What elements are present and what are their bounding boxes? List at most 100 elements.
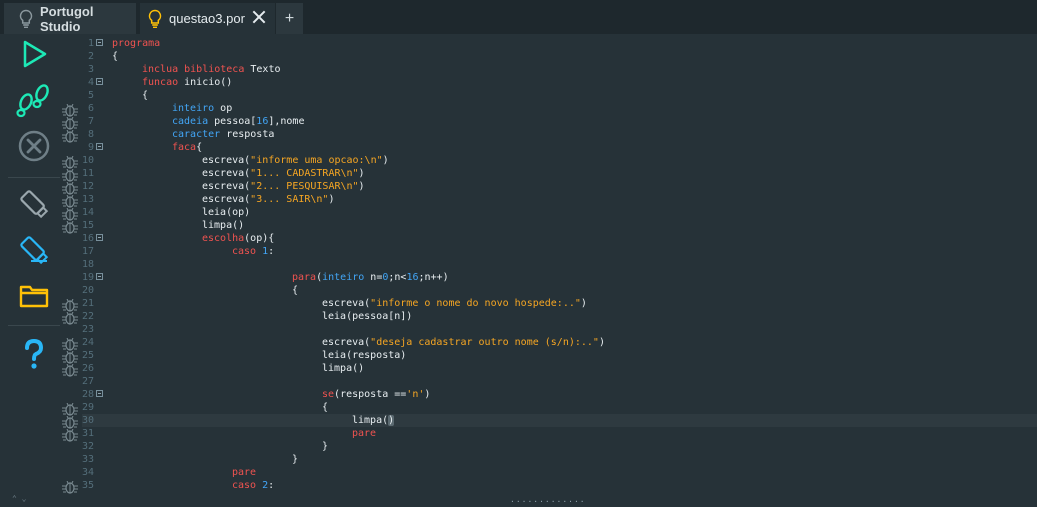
breakpoint-bug-icon[interactable] bbox=[61, 479, 79, 494]
tab-label: Portugol Studio bbox=[40, 3, 94, 34]
breakpoint-bug-icon[interactable] bbox=[61, 167, 79, 182]
code-line[interactable]: 32} bbox=[82, 440, 1037, 453]
line-number: 35 bbox=[82, 480, 95, 491]
line-number: 5 bbox=[87, 90, 94, 101]
code-line[interactable]: 10 escreva("informe uma opcao:\n") bbox=[82, 154, 1037, 167]
code-text: faca{ bbox=[172, 142, 203, 153]
breakpoint-bug-icon[interactable] bbox=[61, 349, 79, 364]
tab-portugol-studio[interactable]: Portugol Studio bbox=[4, 3, 136, 34]
fold-toggle-icon[interactable] bbox=[96, 78, 103, 85]
code-line[interactable]: 7 cadeia pessoa[16],nome bbox=[82, 115, 1037, 128]
code-line[interactable]: 29 { bbox=[82, 401, 1037, 414]
line-number: 9 bbox=[87, 142, 94, 153]
collapse-arrows-icon[interactable]: ⌃ ⌄ bbox=[12, 494, 26, 503]
stop-icon bbox=[17, 129, 51, 167]
code-text: inclua biblioteca Texto bbox=[142, 64, 281, 75]
code-line[interactable]: 9 faca{ bbox=[82, 141, 1037, 154]
line-number: 21 bbox=[82, 298, 95, 309]
line-number: 15 bbox=[82, 220, 95, 231]
code-line[interactable]: 4 funcao inicio() bbox=[82, 76, 1037, 89]
code-line[interactable]: 13 escreva("3... SAIR\n") bbox=[82, 193, 1037, 206]
code-line[interactable]: 28 se(resposta =='n') bbox=[82, 388, 1037, 401]
breakpoint-bug-icon[interactable] bbox=[61, 414, 79, 429]
line-number: 26 bbox=[82, 363, 95, 374]
code-line[interactable]: 20 { bbox=[82, 284, 1037, 297]
code-editor[interactable]: 1 programa 2{3 inclua biblioteca Texto 4 func… bbox=[82, 34, 1037, 496]
fold-toggle-icon[interactable] bbox=[96, 234, 103, 241]
code-line[interactable]: 1 programa bbox=[82, 37, 1037, 50]
folder-icon bbox=[19, 283, 49, 313]
line-number: 31 bbox=[82, 428, 95, 439]
resize-grip[interactable]: ············· bbox=[510, 497, 586, 506]
code-line[interactable]: 15 limpa() bbox=[82, 219, 1037, 232]
save-button[interactable] bbox=[12, 186, 56, 226]
fold-toggle-icon[interactable] bbox=[96, 390, 103, 397]
line-number: 33 bbox=[82, 454, 95, 465]
code-line[interactable]: 18 bbox=[82, 258, 1037, 271]
code-line[interactable]: 33} bbox=[82, 453, 1037, 466]
breakpoint-bug-icon[interactable] bbox=[61, 336, 79, 351]
code-line[interactable]: 31 pare bbox=[82, 427, 1037, 440]
fold-toggle-icon[interactable] bbox=[96, 273, 103, 280]
code-line[interactable]: 5{ bbox=[82, 89, 1037, 102]
save-as-button[interactable] bbox=[12, 232, 56, 272]
breakpoint-bug-icon[interactable] bbox=[61, 297, 79, 312]
line-number: 3 bbox=[87, 64, 94, 75]
fold-toggle-icon[interactable] bbox=[96, 39, 103, 46]
code-line[interactable]: 35 caso 2: bbox=[82, 479, 1037, 492]
code-line[interactable]: 3 inclua biblioteca Texto bbox=[82, 63, 1037, 76]
code-line[interactable]: 11 escreva("1... CADASTRAR\n") bbox=[82, 167, 1037, 180]
breakpoint-bug-icon[interactable] bbox=[61, 128, 79, 143]
code-line[interactable]: 25 leia(resposta) bbox=[82, 349, 1037, 362]
breakpoint-bug-icon[interactable] bbox=[61, 310, 79, 325]
code-text: caracter resposta bbox=[172, 129, 275, 140]
close-icon[interactable] bbox=[252, 10, 266, 24]
tab-questao3[interactable]: questao3.por bbox=[140, 3, 275, 34]
line-number: 11 bbox=[82, 168, 95, 179]
code-line[interactable]: 8 caracter resposta bbox=[82, 128, 1037, 141]
fold-toggle-icon[interactable] bbox=[96, 143, 103, 150]
breakpoint-bug-icon[interactable] bbox=[61, 193, 79, 208]
breakpoint-bug-icon[interactable] bbox=[61, 154, 79, 169]
breakpoint-bug-icon[interactable] bbox=[61, 427, 79, 442]
breakpoint-bug-icon[interactable] bbox=[61, 219, 79, 234]
play-icon bbox=[19, 39, 49, 73]
code-line[interactable]: 2{ bbox=[82, 50, 1037, 63]
code-line[interactable]: 16 escolha(op){ bbox=[82, 232, 1037, 245]
code-line[interactable]: 12 escreva("2... PESQUISAR\n") bbox=[82, 180, 1037, 193]
code-line[interactable]: 23 bbox=[82, 323, 1037, 336]
debug-button[interactable] bbox=[12, 82, 56, 122]
code-line[interactable]: 14 leia(op) bbox=[82, 206, 1037, 219]
code-line[interactable]: 26 limpa() bbox=[82, 362, 1037, 375]
console-resize-bar[interactable]: ⌃ ⌄ ············· bbox=[0, 494, 1037, 507]
code-line[interactable]: 34 pare bbox=[82, 466, 1037, 479]
breakpoint-bug-icon[interactable] bbox=[61, 102, 79, 117]
code-line[interactable]: 17 caso 1: bbox=[82, 245, 1037, 258]
code-line[interactable]: 30 limpa() bbox=[82, 414, 1037, 427]
line-number: 14 bbox=[82, 207, 95, 218]
code-text: para(inteiro n=0;n<16;n++) bbox=[292, 272, 449, 283]
line-number: 28 bbox=[82, 389, 95, 400]
code-line[interactable]: 6 inteiro op bbox=[82, 102, 1037, 115]
code-line[interactable]: 22 leia(pessoa[n]) bbox=[82, 310, 1037, 323]
stop-button[interactable] bbox=[12, 128, 56, 168]
code-text: { bbox=[142, 90, 149, 101]
code-line[interactable]: 27 bbox=[82, 375, 1037, 388]
breakpoint-bug-icon[interactable] bbox=[61, 180, 79, 195]
new-tab-button[interactable]: + bbox=[276, 3, 303, 34]
tab-bar: Portugol Studio questao3.por + bbox=[0, 0, 1037, 34]
breakpoint-bug-icon[interactable] bbox=[61, 362, 79, 377]
code-text: escreva("1... CADASTRAR\n") bbox=[202, 168, 365, 179]
code-line[interactable]: 21 escreva("informe o nome do novo hosped… bbox=[82, 297, 1037, 310]
help-button[interactable] bbox=[12, 336, 56, 376]
line-number: 7 bbox=[87, 116, 94, 127]
open-button[interactable] bbox=[12, 278, 56, 318]
breakpoint-bug-icon[interactable] bbox=[61, 115, 79, 130]
run-button[interactable] bbox=[12, 36, 56, 76]
breakpoint-bug-icon[interactable] bbox=[61, 401, 79, 416]
breakpoint-bug-icon[interactable] bbox=[61, 206, 79, 221]
code-line[interactable]: 24 escreva("deseja cadastrar outro nome (… bbox=[82, 336, 1037, 349]
code-line[interactable]: 19 para(inteiro n=0;n<16;n++) bbox=[82, 271, 1037, 284]
line-number: 17 bbox=[82, 246, 95, 257]
breakpoint-gutter[interactable] bbox=[58, 34, 82, 494]
